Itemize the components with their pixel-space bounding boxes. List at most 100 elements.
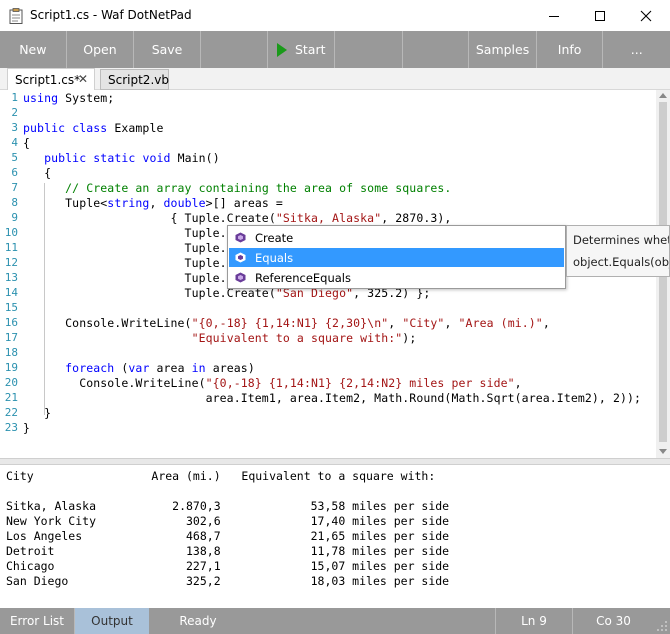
- document-tabs: Script1.cs* ✕ Script2.vb: [0, 68, 670, 91]
- code-line: Tuple.: [23, 256, 227, 270]
- line-number: 11: [4, 241, 18, 254]
- line-number: 23: [4, 421, 18, 434]
- code-token: "Equivalent to a square with:": [191, 331, 403, 345]
- close-button[interactable]: [623, 0, 669, 31]
- output-line: Chicago 227,1 15,07 miles per side: [6, 559, 450, 573]
- line-number: 9: [11, 211, 18, 224]
- output-line: City Area (mi.) Equivalent to a square w…: [6, 469, 436, 483]
- tab-script2[interactable]: Script2.vb: [100, 69, 169, 90]
- blank-toolbar-slot-2: [335, 31, 403, 68]
- line-number: 6: [11, 166, 18, 179]
- tooltip-summary: Determines wheth: [573, 233, 670, 247]
- code-token: "{0,-18} {1,14:N1} {2,14:N2} miles per s…: [205, 376, 515, 390]
- code-token: using: [23, 91, 59, 105]
- error-list-button[interactable]: Error List: [0, 608, 75, 634]
- close-tab-icon[interactable]: ✕: [78, 72, 88, 86]
- code-line: Tuple<string, double>[] areas =: [23, 196, 283, 210]
- line-number: 19: [4, 361, 18, 374]
- code-line: Console.WriteLine("{0,-18} {1,14:N1} {2,…: [23, 376, 522, 390]
- code-token: (: [114, 361, 129, 375]
- status-text: Ready: [179, 614, 217, 628]
- title-bar: Script1.cs - Waf DotNetPad: [0, 0, 670, 31]
- line-number: 12: [4, 256, 18, 269]
- more-button[interactable]: ...: [603, 31, 670, 68]
- code-token: ,: [514, 376, 522, 390]
- code-line: {: [23, 166, 51, 180]
- code-token: "Sitka, Alaska": [275, 211, 382, 225]
- output-line: Los Angeles 468,7 21,65 miles per side: [6, 529, 450, 543]
- open-button[interactable]: Open: [67, 31, 135, 68]
- code-token: Tuple.: [23, 241, 227, 255]
- blank-toolbar-slot: [201, 31, 269, 68]
- maximize-button[interactable]: [577, 0, 623, 31]
- code-token: "{0,-18} {1,14:N1} {2,30}\n": [191, 316, 389, 330]
- code-token: string: [107, 196, 150, 210]
- scroll-up-icon[interactable]: [659, 93, 667, 98]
- output-line: Detroit 138,8 11,78 miles per side: [6, 544, 450, 558]
- code-token: var: [128, 361, 150, 375]
- code-token: Console.WriteLine(: [23, 316, 192, 330]
- maximize-icon: [595, 10, 605, 21]
- line-number: 17: [4, 331, 18, 344]
- code-token: area: [149, 361, 192, 375]
- code-line: // Create an array containing the area o…: [23, 181, 451, 195]
- toolbar: New Open Save Start Samples Info ...: [0, 31, 670, 68]
- output-line: New York City 302,6 17,40 miles per side: [6, 514, 450, 528]
- code-token: ,: [542, 316, 550, 330]
- method-icon: [235, 232, 246, 243]
- output-line: San Diego 325,2 18,03 miles per side: [6, 574, 450, 588]
- code-token: "Area (mi.)": [458, 316, 543, 330]
- code-token: {: [23, 166, 52, 180]
- start-button[interactable]: Start: [268, 31, 336, 68]
- code-token: areas): [205, 361, 255, 375]
- pane-splitter[interactable]: [0, 458, 670, 465]
- code-line: "Equivalent to a square with:");: [23, 331, 417, 345]
- completion-item[interactable]: Equals: [229, 248, 564, 267]
- scroll-down-icon[interactable]: [659, 449, 667, 454]
- info-button[interactable]: Info: [537, 31, 604, 68]
- start-label: Start: [294, 42, 326, 57]
- code-token: foreach: [65, 361, 115, 375]
- minimize-icon: [549, 15, 559, 17]
- line-number: 5: [11, 151, 18, 164]
- code-line: area.Item1, area.Item2, Math.Round(Math.…: [23, 391, 641, 405]
- column-indicator: Co 30: [572, 608, 654, 634]
- completion-list[interactable]: Create Equals ReferenceEquals: [227, 225, 566, 289]
- output-panel: City Area (mi.) Equivalent to a square w…: [0, 465, 670, 608]
- resize-grip-icon[interactable]: [656, 620, 668, 632]
- line-number: 16: [4, 316, 18, 329]
- output-button[interactable]: Output: [75, 608, 149, 634]
- output-line: Sitka, Alaska 2.870,3 53,58 miles per si…: [6, 499, 450, 513]
- method-icon: [235, 252, 246, 263]
- code-line: }: [23, 421, 30, 435]
- code-token: // Create an array containing the area o…: [65, 181, 452, 195]
- line-number: 2: [11, 106, 18, 119]
- minimize-button[interactable]: [531, 0, 577, 31]
- close-icon: [640, 10, 652, 21]
- code-line: Tuple.: [23, 271, 227, 285]
- tab-label: Script2.vb: [108, 72, 169, 87]
- code-token: }: [23, 421, 31, 435]
- code-token: System;: [58, 91, 115, 105]
- code-token: "City": [402, 316, 445, 330]
- line-number: 13: [4, 271, 18, 284]
- code-line: Console.WriteLine("{0,-18} {1,14:N1} {2,…: [23, 316, 550, 330]
- save-button[interactable]: Save: [134, 31, 201, 68]
- code-token: );: [402, 331, 417, 345]
- completion-item[interactable]: Create: [229, 228, 564, 247]
- code-token: public: [44, 151, 87, 165]
- samples-button[interactable]: Samples: [469, 31, 537, 68]
- completion-tooltip: Determines wheth object.Equals(obje: [566, 225, 670, 277]
- code-line: }: [23, 406, 51, 420]
- new-button[interactable]: New: [0, 31, 67, 68]
- line-number: 14: [4, 286, 18, 299]
- code-line: {: [23, 136, 30, 150]
- blank-toolbar-slot-3: [403, 31, 470, 68]
- completion-item[interactable]: ReferenceEquals: [229, 268, 564, 287]
- code-token: {: [23, 136, 31, 150]
- code-token: , 2870.3),: [381, 211, 452, 225]
- line-number: 7: [11, 181, 18, 194]
- line-number: 15: [4, 301, 18, 314]
- tab-script1[interactable]: Script1.cs* ✕: [7, 68, 95, 91]
